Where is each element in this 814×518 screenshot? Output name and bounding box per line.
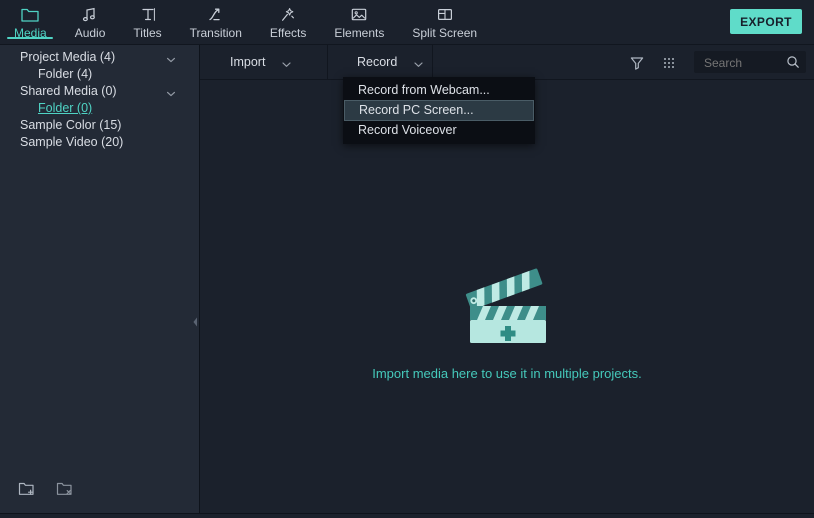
tree-item-label: Shared Media (0) <box>20 83 117 100</box>
tab-titles[interactable]: Titles <box>119 0 175 40</box>
tab-titles-label: Titles <box>133 26 161 40</box>
tab-elements[interactable]: Elements <box>320 0 398 40</box>
media-toolbar: Import Record <box>200 45 814 80</box>
tab-split-screen-label: Split Screen <box>412 26 477 40</box>
media-folder-tree: Project Media (4) Folder (4) Shared Medi… <box>0 49 190 151</box>
tab-audio[interactable]: Audio <box>61 0 120 40</box>
search-input[interactable] <box>702 51 784 75</box>
record-dropdown[interactable]: Record <box>357 45 424 79</box>
record-label: Record <box>357 55 397 69</box>
tree-item-label: Sample Video (20) <box>20 134 123 151</box>
transition-arrow-icon <box>206 4 226 24</box>
tree-item-label: Folder (4) <box>38 66 92 83</box>
tab-split-screen[interactable]: Split Screen <box>398 0 491 40</box>
window-bottom-strip <box>0 514 814 518</box>
tab-transition-label: Transition <box>190 26 242 40</box>
text-t-icon <box>138 4 158 24</box>
import-label: Import <box>230 55 265 69</box>
funnel-icon[interactable] <box>628 54 646 72</box>
menu-item-record-webcam[interactable]: Record from Webcam... <box>344 81 534 100</box>
folder-x-icon[interactable] <box>52 477 78 501</box>
tree-item-label: Sample Color (15) <box>20 117 121 134</box>
tab-effects[interactable]: Effects <box>256 0 320 40</box>
tree-item-project-folder[interactable]: Folder (4) <box>0 66 190 83</box>
sidebar-action-bar <box>0 473 190 507</box>
top-toolbar: Media Audio Titles Transition Eff <box>0 0 814 45</box>
tab-transition[interactable]: Transition <box>176 0 256 40</box>
import-dropdown[interactable]: Import <box>230 45 292 79</box>
search-icon[interactable] <box>786 55 800 69</box>
grid-dots-icon[interactable] <box>660 54 678 72</box>
music-note-icon <box>80 4 100 24</box>
tree-item-project-media[interactable]: Project Media (4) <box>0 49 190 66</box>
menu-item-record-voiceover[interactable]: Record Voiceover <box>344 121 534 140</box>
media-empty-state: Import media here to use it in multiple … <box>200 80 814 513</box>
search-box[interactable] <box>694 51 806 73</box>
chevron-down-icon[interactable] <box>166 53 176 63</box>
chevron-down-icon <box>413 57 424 68</box>
tab-effects-label: Effects <box>270 26 306 40</box>
folder-plus-icon[interactable] <box>14 477 40 501</box>
chevron-left-icon[interactable] <box>191 315 199 329</box>
tree-item-label: Project Media (4) <box>20 49 115 66</box>
main-tab-bar: Media Audio Titles Transition Eff <box>0 0 491 44</box>
magic-wand-icon <box>278 4 298 24</box>
tree-item-sample-video[interactable]: Sample Video (20) <box>0 134 190 151</box>
tree-item-shared-media[interactable]: Shared Media (0) <box>0 83 190 100</box>
split-screen-icon <box>435 4 455 24</box>
image-icon <box>349 4 369 24</box>
empty-state-message: Import media here to use it in multiple … <box>372 366 642 381</box>
tab-media[interactable]: Media <box>0 0 61 40</box>
menu-item-record-pc-screen[interactable]: Record PC Screen... <box>344 100 534 121</box>
media-library-sidebar: Project Media (4) Folder (4) Shared Medi… <box>0 45 190 513</box>
toolbar-separator <box>432 45 433 80</box>
tree-item-sample-color[interactable]: Sample Color (15) <box>0 117 190 134</box>
tab-audio-label: Audio <box>75 26 106 40</box>
clapperboard-plus-icon <box>461 268 553 344</box>
active-tab-underline <box>7 37 53 39</box>
export-button[interactable]: EXPORT <box>730 9 802 34</box>
tree-item-label: Folder (0) <box>38 100 92 117</box>
record-dropdown-menu: Record from Webcam... Record PC Screen..… <box>343 77 535 144</box>
chevron-down-icon[interactable] <box>166 87 176 97</box>
tree-item-shared-folder[interactable]: Folder (0) <box>0 100 190 117</box>
folder-icon <box>20 4 40 24</box>
chevron-down-icon <box>281 57 292 68</box>
tab-elements-label: Elements <box>334 26 384 40</box>
toolbar-separator <box>327 45 328 80</box>
